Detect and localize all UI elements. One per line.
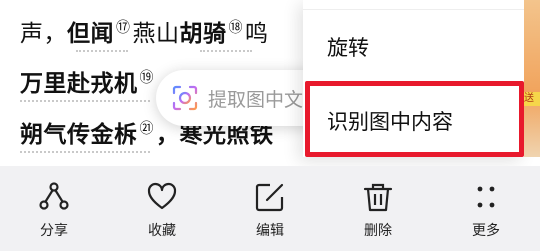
underline-dotted bbox=[20, 151, 150, 153]
underline-dotted bbox=[200, 50, 252, 52]
footnote-marker: ⑲ bbox=[139, 70, 154, 87]
edit-button[interactable]: 编辑 bbox=[216, 166, 324, 251]
text-fragment: 燕山 bbox=[132, 21, 180, 47]
footnote-marker: ⑰ bbox=[116, 20, 131, 37]
share-label: 分享 bbox=[40, 223, 68, 239]
text-fragment: 鸣 bbox=[245, 21, 269, 47]
text-line-1: 声，但闻 ⑰燕山胡骑 ⑱鸣 bbox=[20, 14, 269, 48]
highlight-box bbox=[305, 81, 524, 157]
more-label: 更多 bbox=[472, 223, 500, 239]
text-fragment: 声， bbox=[20, 21, 67, 47]
heart-icon bbox=[147, 182, 177, 210]
more-button[interactable]: 更多 bbox=[432, 166, 540, 251]
extract-text-label: 提取图中文 bbox=[208, 88, 304, 111]
edge-badge: 送好 bbox=[524, 92, 540, 106]
text-fragment: 胡骑 bbox=[179, 21, 227, 47]
menu-item-rotate[interactable]: 旋转 bbox=[327, 32, 369, 62]
edit-icon bbox=[255, 183, 284, 212]
footnote-marker: ㉑ bbox=[139, 121, 154, 138]
underline-dotted bbox=[76, 50, 128, 52]
camera-extract-icon bbox=[172, 85, 198, 111]
delete-button[interactable]: 删除 bbox=[324, 166, 432, 251]
text-fragment: 但闻 bbox=[67, 21, 114, 47]
share-icon bbox=[39, 182, 69, 210]
menu-divider bbox=[303, 9, 524, 10]
more-icon bbox=[477, 186, 495, 208]
text-line-2: 万里赴戎机 ⑲ bbox=[20, 64, 156, 98]
underline-dotted bbox=[20, 100, 150, 102]
bottom-toolbar: 分享 收藏 编辑 删除 更多 bbox=[0, 166, 540, 251]
footnote-marker: ⑱ bbox=[228, 20, 243, 37]
edge-image bbox=[524, 0, 540, 157]
favorite-label: 收藏 bbox=[148, 223, 176, 239]
trash-icon bbox=[363, 183, 393, 212]
favorite-button[interactable]: 收藏 bbox=[108, 166, 216, 251]
edit-label: 编辑 bbox=[256, 223, 284, 239]
delete-label: 删除 bbox=[364, 223, 392, 239]
text-fragment: 朔气传金柝 bbox=[20, 122, 138, 148]
share-button[interactable]: 分享 bbox=[0, 166, 108, 251]
text-fragment: 万里赴戎机 bbox=[20, 71, 138, 97]
